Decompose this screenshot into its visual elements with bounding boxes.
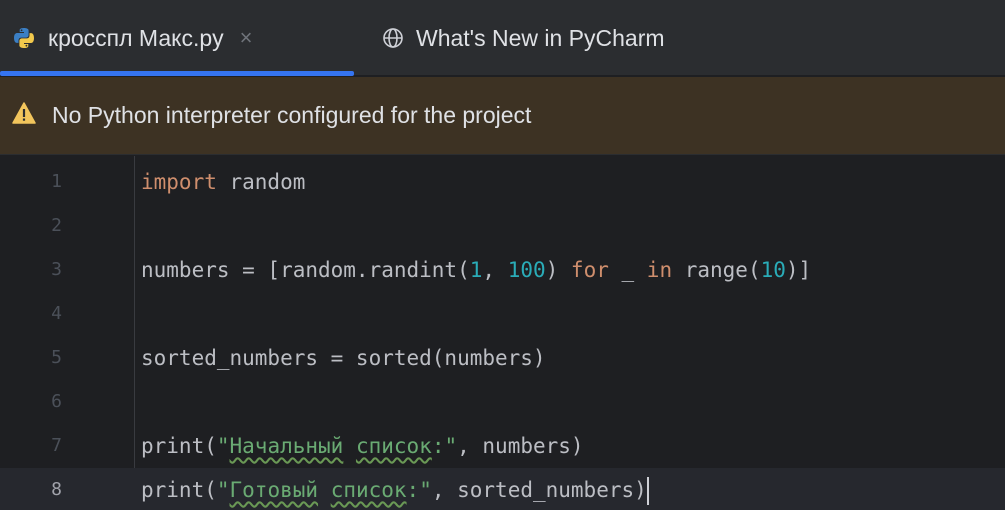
code-line-current: 8 print("Готовый список:", sorted_number… (0, 468, 1005, 510)
code-line: 3 numbers = [random.randint(1, 100) for … (0, 248, 1005, 292)
code-line: 1 import random (0, 160, 1005, 204)
code-text: numbers = [random.randint(1, 100) for _ … (141, 258, 812, 282)
pycharm-window: кросспл Макс.py × What's New in PyCharm (0, 0, 1005, 510)
tab-whats-new[interactable]: What's New in PyCharm (374, 0, 665, 76)
warning-text: No Python interpreter configured for the… (52, 102, 532, 128)
tab-python-file[interactable]: кросспл Макс.py × (0, 0, 354, 76)
code-text: import random (141, 170, 306, 194)
editor-tab-bar: кросспл Макс.py × What's New in PyCharm (0, 0, 1005, 76)
text-caret (646, 477, 649, 505)
close-tab-icon[interactable]: × (240, 25, 253, 51)
code-line: 7 print("Начальный список:", numbers) (0, 424, 1005, 468)
line-number: 8 (51, 479, 62, 500)
code-text: print("Готовый список:", sorted_numbers) (141, 468, 649, 510)
line-number: 6 (51, 391, 62, 412)
warning-icon (12, 102, 36, 129)
line-number: 7 (51, 435, 62, 456)
active-tab-indicator (0, 71, 354, 76)
globe-icon (382, 27, 404, 49)
interpreter-warning-banner[interactable]: No Python interpreter configured for the… (0, 77, 1005, 155)
code-text: print("Начальный список:", numbers) (141, 434, 584, 458)
line-number: 5 (51, 347, 62, 368)
code-line: 6 (0, 380, 1005, 424)
python-file-icon (12, 26, 36, 50)
code-text: sorted_numbers = sorted(numbers) (141, 346, 546, 370)
tab-label: кросспл Макс.py (48, 24, 224, 51)
tab-label: What's New in PyCharm (416, 24, 665, 51)
line-number: 2 (51, 215, 62, 236)
code-line: 5 sorted_numbers = sorted(numbers) (0, 336, 1005, 380)
code-editor[interactable]: 1 import random 2 3 numbers = [random.ra… (0, 156, 1005, 510)
code-line: 4 (0, 292, 1005, 336)
code-line: 2 (0, 204, 1005, 248)
line-number: 4 (51, 303, 62, 324)
line-number: 1 (51, 171, 62, 192)
line-number: 3 (51, 259, 62, 280)
